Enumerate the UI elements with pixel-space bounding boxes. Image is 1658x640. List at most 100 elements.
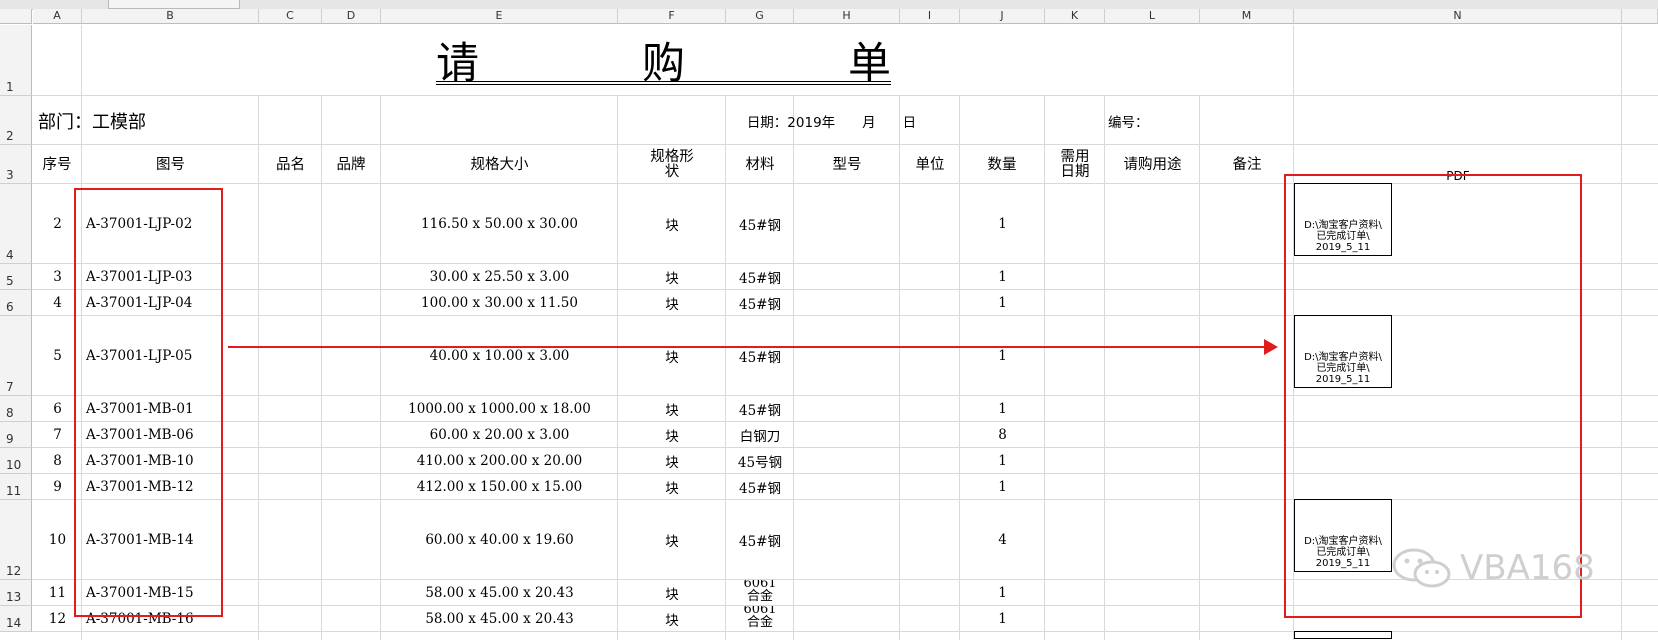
- row-header[interactable]: 8: [0, 396, 32, 422]
- cell-qty[interactable]: 1: [960, 606, 1045, 632]
- title-underline: [436, 81, 891, 82]
- header-brand[interactable]: 品牌: [322, 146, 380, 184]
- row-header[interactable]: 5: [0, 264, 32, 290]
- cell-spec[interactable]: 60.00 x 40.00 x 19.60: [381, 500, 618, 580]
- cell-material[interactable]: 45#钢: [726, 500, 794, 580]
- column-header[interactable]: K: [1045, 9, 1105, 24]
- cell-spec[interactable]: 100.00 x 30.00 x 11.50: [381, 290, 618, 316]
- cell-material[interactable]: 白钢刀: [726, 422, 794, 448]
- cell-spec[interactable]: 60.00 x 20.00 x 3.00: [381, 422, 618, 448]
- cell-spec[interactable]: 412.00 x 150.00 x 15.00: [381, 474, 618, 500]
- cell-spec[interactable]: 410.00 x 200.00 x 20.00: [381, 448, 618, 474]
- cell-spec[interactable]: 40.00 x 10.00 x 3.00: [381, 316, 618, 396]
- cell-qty[interactable]: 4: [960, 500, 1045, 580]
- cell-spec[interactable]: 1000.00 x 1000.00 x 18.00: [381, 396, 618, 422]
- cell-shape[interactable]: 块: [618, 474, 726, 500]
- department-cell[interactable]: 部门：工模部: [34, 97, 258, 145]
- cell-shape[interactable]: 块: [618, 316, 726, 396]
- cell-shape[interactable]: 块: [618, 580, 726, 606]
- column-header[interactable]: J: [960, 9, 1045, 24]
- header-need-date[interactable]: 需用日期: [1045, 146, 1105, 184]
- column-header[interactable]: B: [82, 9, 259, 24]
- date-cell[interactable]: 日期：2019年 月 日: [618, 97, 1045, 145]
- cell-material[interactable]: 45#钢: [726, 264, 794, 290]
- row-header[interactable]: 13: [0, 580, 32, 606]
- sheet-title: 请 购 单: [436, 34, 891, 89]
- header-model[interactable]: 型号: [794, 146, 900, 184]
- row-header[interactable]: 4: [0, 184, 32, 264]
- column-header[interactable]: H: [794, 9, 900, 24]
- cell-material[interactable]: 45#钢: [726, 290, 794, 316]
- sheet-tab[interactable]: [108, 0, 240, 9]
- header-material[interactable]: 材料: [726, 146, 794, 184]
- column-header[interactable]: C: [259, 9, 322, 24]
- header-unit[interactable]: 单位: [900, 146, 960, 184]
- cell-material[interactable]: 45#钢: [726, 474, 794, 500]
- cell-qty[interactable]: 8: [960, 422, 1045, 448]
- select-all-corner[interactable]: [0, 9, 32, 24]
- cell-shape[interactable]: 块: [618, 290, 726, 316]
- row-header[interactable]: 14: [0, 606, 32, 632]
- watermark: VBA168: [1390, 546, 1595, 590]
- cell-qty[interactable]: 1: [960, 580, 1045, 606]
- header-qty[interactable]: 数量: [960, 146, 1044, 184]
- header-spec[interactable]: 规格大小: [381, 146, 618, 184]
- column-header[interactable]: G: [726, 9, 794, 24]
- column-header[interactable]: I: [900, 9, 960, 24]
- column-header-blank: [1622, 9, 1658, 24]
- row-header[interactable]: 7: [0, 316, 32, 396]
- cell-qty[interactable]: 1: [960, 316, 1045, 396]
- row-header[interactable]: 10: [0, 448, 32, 474]
- row-header[interactable]: 2: [0, 96, 32, 145]
- header-drawing[interactable]: 图号: [82, 146, 259, 184]
- row-header[interactable]: 9: [0, 422, 32, 448]
- cell-material[interactable]: 6061 合金: [726, 580, 794, 606]
- cell-shape[interactable]: 块: [618, 422, 726, 448]
- column-header[interactable]: L: [1105, 9, 1200, 24]
- row-header[interactable]: 3: [0, 145, 32, 184]
- header-purpose[interactable]: 请购用途: [1105, 146, 1200, 184]
- cell-material[interactable]: 6061 合金: [726, 606, 794, 632]
- column-header[interactable]: A: [33, 9, 82, 24]
- cell-material[interactable]: 45#钢: [726, 396, 794, 422]
- number-cell[interactable]: 编号：: [1104, 97, 1258, 145]
- column-header[interactable]: F: [618, 9, 726, 24]
- cell-material[interactable]: 45#钢: [726, 316, 794, 396]
- cell-spec[interactable]: 58.00 x 45.00 x 20.43: [381, 606, 618, 632]
- cell-qty[interactable]: 1: [960, 264, 1045, 290]
- grid-hline: [32, 95, 1658, 96]
- cell-qty[interactable]: 1: [960, 448, 1045, 474]
- cell-qty[interactable]: 1: [960, 474, 1045, 500]
- cell-shape[interactable]: 块: [618, 500, 726, 580]
- cell-shape[interactable]: 块: [618, 448, 726, 474]
- grid-hline: [32, 631, 1658, 632]
- row-header[interactable]: 11: [0, 474, 32, 500]
- header-name[interactable]: 品名: [259, 146, 322, 184]
- cell-material[interactable]: 45号钢: [726, 448, 794, 474]
- row-header[interactable]: 6: [0, 290, 32, 316]
- cell-spec[interactable]: 58.00 x 45.00 x 20.43: [381, 580, 618, 606]
- wechat-icon: [1392, 548, 1451, 588]
- header-shape[interactable]: 规格形状: [622, 146, 722, 184]
- row-header[interactable]: 1: [0, 25, 32, 96]
- header-seq[interactable]: 序号: [33, 146, 81, 184]
- cell-qty[interactable]: 1: [960, 396, 1045, 422]
- annotation-arrow-line: [228, 346, 1270, 348]
- cell-shape[interactable]: 块: [618, 184, 726, 264]
- cell-shape[interactable]: 块: [618, 606, 726, 632]
- cell-shape[interactable]: 块: [618, 264, 726, 290]
- row-header[interactable]: 12: [0, 500, 32, 580]
- cell-material[interactable]: 45#钢: [726, 184, 794, 264]
- header-remark[interactable]: 备注: [1200, 146, 1294, 184]
- pdf-object-partial[interactable]: [1294, 631, 1392, 639]
- column-header[interactable]: M: [1200, 9, 1294, 24]
- cell-qty[interactable]: 1: [960, 290, 1045, 316]
- column-header[interactable]: D: [322, 9, 381, 24]
- cell-qty[interactable]: 1: [960, 184, 1045, 264]
- cell-spec[interactable]: 116.50 x 50.00 x 30.00: [381, 184, 618, 264]
- cell-shape[interactable]: 块: [618, 396, 726, 422]
- column-header[interactable]: N: [1294, 9, 1622, 24]
- column-header[interactable]: E: [381, 9, 618, 24]
- title-underline: [436, 84, 891, 85]
- cell-spec[interactable]: 30.00 x 25.50 x 3.00: [381, 264, 618, 290]
